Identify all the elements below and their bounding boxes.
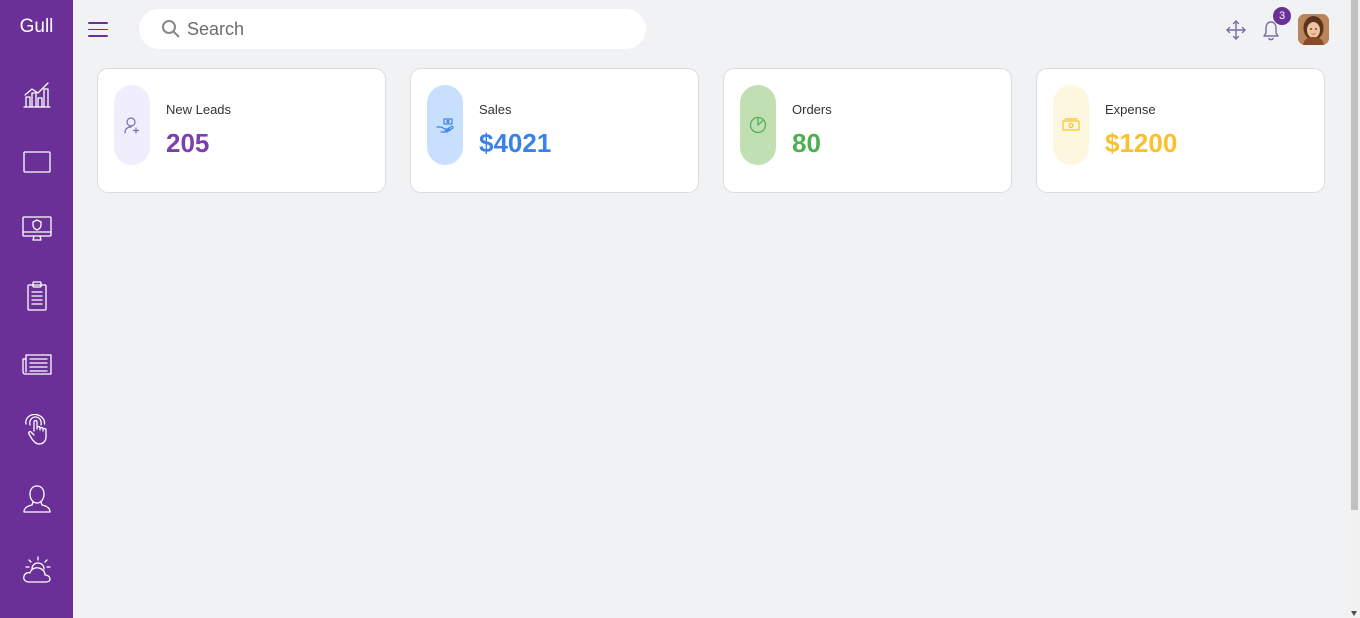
menu-toggle-button[interactable] [88,22,108,42]
touch-icon [24,414,47,445]
stat-card-expense: Expense $1200 [1036,68,1325,193]
card-value: $4021 [479,128,552,158]
window-icon [22,151,51,173]
card-icon-pill [740,85,776,165]
move-arrows-icon [1226,20,1246,40]
card-value: $1200 [1105,128,1178,158]
scrollbar-thumb[interactable] [1351,0,1358,510]
search-box [139,9,646,49]
sidebar-item-widgets[interactable] [0,331,73,397]
card-icon-pill [427,85,463,165]
stat-card-orders: Orders 80 [723,68,1012,193]
card-label: Expense [1105,102,1156,117]
cash-icon [1062,118,1080,131]
fullscreen-button[interactable] [1226,20,1246,45]
sidebar-item-sessions[interactable] [0,466,73,532]
search-input[interactable] [187,18,627,40]
card-label: Sales [479,102,512,117]
sidebar-item-dashboard[interactable] [0,61,73,127]
top-bar [73,0,1349,60]
card-icon-pill [114,85,150,165]
notification-badge: 3 [1273,7,1291,25]
sidebar-item-apps[interactable] [0,195,73,261]
sidebar-item-charts[interactable] [0,397,73,463]
weather-icon [22,556,51,583]
sidebar-item-others[interactable] [0,537,73,603]
add-user-icon [124,117,140,134]
hamburger-line [88,35,108,37]
user-avatar[interactable] [1298,14,1329,45]
stat-card-sales: Sales $4021 [410,68,699,193]
scroll-down-arrow-icon[interactable] [1351,611,1357,616]
card-value: 205 [166,128,210,158]
hamburger-line [88,28,108,31]
money-hand-icon [436,118,454,133]
clipboard-icon [26,281,47,311]
card-icon-pill [1053,85,1089,165]
pie-chart-icon [749,116,767,134]
card-value: 80 [792,128,821,158]
avatar-image [1298,14,1329,45]
monitor-icon [21,216,52,241]
user-icon [22,485,51,513]
card-label: New Leads [166,102,232,117]
sidebar: Gull [0,0,73,618]
sidebar-item-forms[interactable] [0,263,73,329]
hamburger-line [88,22,108,24]
news-icon [21,354,52,375]
page-scrollbar[interactable] [1349,0,1360,618]
brand-logo[interactable]: Gull [0,16,73,38]
chart-icon [22,82,51,108]
sidebar-item-uikits[interactable] [0,129,73,195]
card-label: Orders [792,102,832,117]
stat-card-new-leads: New Leads 205 [97,68,386,193]
search-icon [162,20,180,38]
